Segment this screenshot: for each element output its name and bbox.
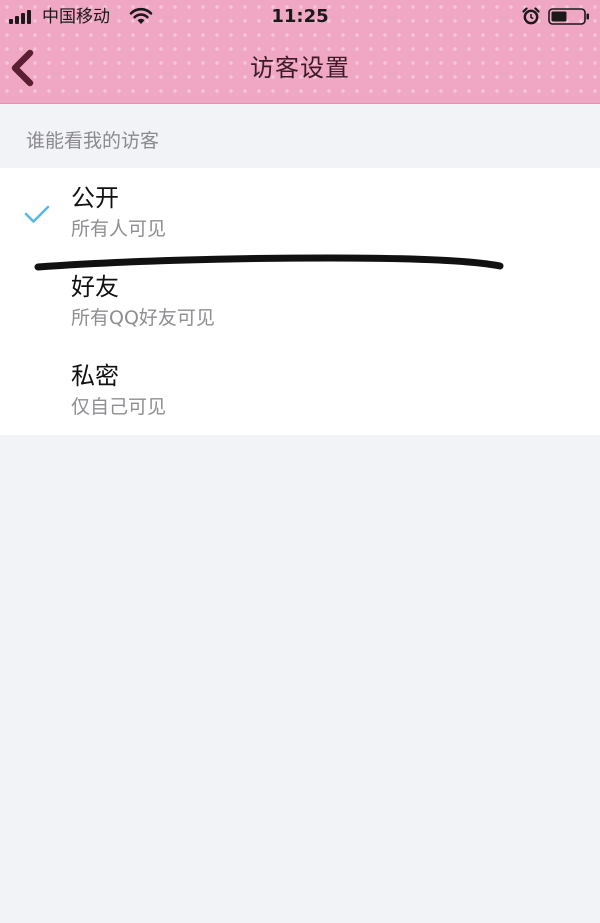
nav-bar: 访客设置 — [0, 34, 600, 102]
battery-icon — [548, 8, 589, 25]
status-time: 11:25 — [271, 6, 329, 27]
option-title: 好友 — [71, 273, 119, 301]
checkmark-icon — [24, 205, 50, 223]
visitor-settings-screen: 中国移动 11:25 访客设置 谁能看我的访客 公开 所有人可见 好友 所有QQ… — [0, 0, 600, 923]
section-label: 谁能看我的访客 — [26, 130, 160, 152]
option-description: 所有人可见 — [71, 218, 167, 240]
option-description: 仅自己可见 — [71, 396, 167, 418]
option-private[interactable]: 私密 仅自己可见 — [0, 346, 600, 435]
option-public[interactable]: 公开 所有人可见 — [0, 168, 600, 257]
page-title: 访客设置 — [250, 54, 350, 82]
option-title: 私密 — [71, 362, 119, 390]
option-description: 所有QQ好友可见 — [71, 307, 215, 329]
status-bar: 中国移动 11:25 — [0, 0, 600, 34]
visibility-options-list: 公开 所有人可见 好友 所有QQ好友可见 私密 仅自己可见 — [0, 168, 600, 435]
header: 中国移动 11:25 访客设置 — [0, 0, 600, 104]
option-friends[interactable]: 好友 所有QQ好友可见 — [0, 257, 600, 346]
option-title: 公开 — [71, 184, 119, 212]
alarm-icon — [522, 7, 540, 25]
